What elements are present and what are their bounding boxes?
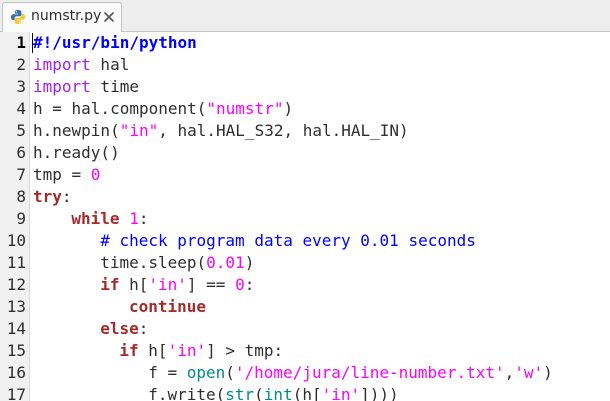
line-number-gutter: 1 2 3 4 5 6 7 8 9 10 11 12 13 14 15 16 17 [0, 32, 30, 401]
tab-numstr-py[interactable]: numstr.py [2, 2, 122, 32]
code-token-default: ) [244, 253, 255, 272]
editor-window: numstr.py 1 2 3 4 5 6 7 8 9 10 11 12 13 14 15 16 17 #!/u… [0, 0, 610, 401]
code-token-default: : [61, 187, 72, 206]
code-line[interactable]: tmp = 0 [33, 164, 100, 186]
code-token-number: 0.01 [206, 253, 245, 272]
code-line[interactable]: time.sleep(0.01) [100, 252, 254, 274]
line-number: 17 [6, 385, 26, 401]
code-token-default: h.ready() [33, 143, 120, 162]
text-cursor [32, 33, 33, 53]
code-token-default: : [138, 319, 149, 338]
line-number: 14 [6, 319, 26, 338]
code-line[interactable]: # check program data every 0.01 seconds [100, 230, 476, 252]
code-token-string: 'w' [514, 363, 544, 382]
code-token-keyword: try [33, 187, 62, 206]
line-number: 3 [16, 77, 26, 96]
line-number: 7 [16, 165, 26, 184]
code-token-default: h = hal.component( [33, 99, 207, 118]
code-token-default: (h[ [292, 385, 322, 401]
code-token-string: 'in' [148, 275, 187, 294]
line-number: 15 [6, 341, 26, 360]
code-token-default [120, 209, 130, 228]
code-token-keyword: if [100, 275, 120, 294]
code-token-shebang: #!/usr/bin/python [33, 33, 197, 52]
code-token-default: time [90, 77, 139, 96]
line-number: 9 [16, 209, 26, 228]
line-number: 13 [6, 297, 26, 316]
code-token-default: ] == [186, 275, 236, 294]
code-line[interactable]: f = open('/home/jura/line-number.txt','w… [148, 362, 553, 384]
code-token-string: '/home/jura/line-number.txt' [234, 363, 505, 382]
code-token-default: tmp = [33, 165, 91, 184]
line-number: 4 [16, 99, 26, 118]
code-token-keyword: continue [129, 297, 207, 316]
code-token-number: 0 [90, 165, 101, 184]
code-line[interactable]: continue [129, 296, 206, 318]
code-token-default: : [244, 275, 255, 294]
line-number: 1 [16, 33, 26, 52]
code-token-string: 'in' [167, 341, 207, 360]
code-token-default: : [138, 209, 149, 228]
code-token-default: ) [283, 99, 294, 118]
code-editor[interactable]: 1 2 3 4 5 6 7 8 9 10 11 12 13 14 15 16 17 #!/usr/bin/pyt… [0, 32, 610, 401]
code-token-default: , [504, 363, 515, 382]
code-token-builtin: open [186, 363, 226, 382]
code-line[interactable]: if h['in'] == 0: [100, 274, 254, 296]
code-line[interactable]: h = hal.component("numstr") [33, 98, 293, 120]
code-token-default: ( [225, 363, 235, 382]
code-token-string: "numstr" [206, 99, 284, 118]
line-number: 10 [6, 231, 26, 250]
code-token-number: 0 [235, 275, 245, 294]
code-token-builtin: int [263, 385, 293, 401]
tab-bar: numstr.py [0, 0, 610, 32]
code-line[interactable]: import hal [33, 54, 129, 76]
code-line[interactable]: while 1: [71, 208, 148, 230]
line-number: 6 [16, 143, 26, 162]
line-number: 12 [6, 275, 26, 294]
code-token-default: f.write( [148, 385, 226, 401]
code-token-default: , hal.HAL_S32, hal.HAL_IN) [158, 121, 409, 140]
code-token-default: ] > tmp: [206, 341, 284, 360]
code-line[interactable]: h.newpin("in", hal.HAL_S32, hal.HAL_IN) [33, 120, 409, 142]
code-token-keyword: if [119, 341, 139, 360]
code-token-keyword: else [100, 319, 139, 338]
code-token-keyword: while [71, 209, 120, 228]
line-number: 2 [16, 55, 26, 74]
code-token-default: time.sleep( [100, 253, 207, 272]
python-file-icon [10, 9, 26, 25]
code-token-default: hal [90, 55, 130, 74]
code-token-default: ]))) [360, 385, 399, 401]
code-token-number: 1 [129, 209, 139, 228]
line-number: 8 [16, 187, 26, 206]
line-number: 16 [6, 363, 26, 382]
code-token-string: "in" [119, 121, 159, 140]
code-line[interactable]: if h['in'] > tmp: [119, 340, 283, 362]
code-line[interactable]: h.ready() [33, 142, 120, 164]
code-line[interactable]: import time [33, 76, 139, 98]
code-token-comment: # check program data every 0.01 seconds [100, 231, 476, 250]
code-token-import: import [33, 77, 91, 96]
code-token-default: h[ [138, 341, 168, 360]
line-number: 11 [6, 253, 26, 272]
code-token-default: ) [543, 363, 553, 382]
code-token-string: 'in' [321, 385, 361, 401]
line-number: 5 [16, 121, 26, 140]
close-icon[interactable] [102, 10, 116, 24]
code-token-default: h[ [119, 275, 149, 294]
code-token-default: ( [254, 385, 264, 401]
code-token-default: f = [148, 363, 187, 382]
code-line[interactable]: else: [100, 318, 148, 340]
tab-label: numstr.py [31, 8, 102, 24]
code-token-import: import [33, 55, 91, 74]
code-token-builtin: str [225, 385, 255, 401]
code-line[interactable]: f.write(str(int(h['in']))) [148, 384, 398, 401]
code-line[interactable]: #!/usr/bin/python [33, 32, 197, 54]
code-line[interactable]: try: [33, 186, 72, 208]
code-token-default: h.newpin( [33, 121, 120, 140]
